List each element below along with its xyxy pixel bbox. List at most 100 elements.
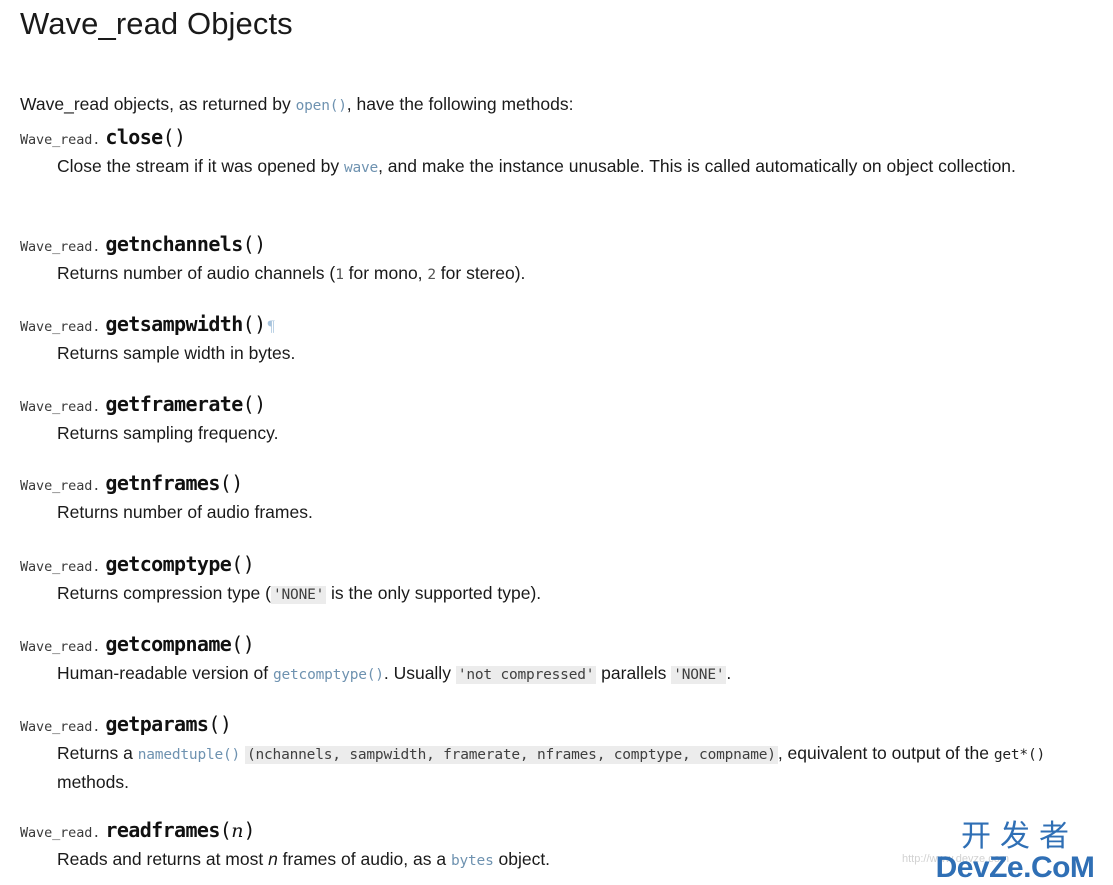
method-name: getcomptype <box>105 552 232 576</box>
method-description: Human-readable version of getcomptype().… <box>20 660 1057 689</box>
signature-open-paren: ( <box>208 712 220 736</box>
method-name: readframes <box>105 818 220 842</box>
intro-text-after: , have the following methods: <box>346 93 574 114</box>
literal-get-star: get*() <box>993 747 1046 763</box>
desc-text-1: Human-readable version of <box>57 663 273 683</box>
method-signature: Wave_read. getsampwidth() ¶ <box>20 311 1090 340</box>
desc-text-1: Returns number of audio channels ( <box>57 263 336 283</box>
literal-one: 1 <box>335 267 344 283</box>
watermark-chinese-text: 开发者 <box>961 819 1078 854</box>
method-name: close <box>105 125 163 149</box>
method-signature: Wave_read. getcompname() <box>20 631 1090 660</box>
class-prefix: Wave_read. <box>20 132 101 148</box>
class-prefix: Wave_read. <box>20 319 101 335</box>
pilcrow-icon[interactable]: ¶ <box>268 318 275 335</box>
desc-text-3: parallels <box>596 663 672 683</box>
class-prefix: Wave_read. <box>20 559 101 575</box>
signature-close-paren: ) <box>242 632 255 656</box>
method-signature: Wave_read. getcomptype() <box>20 551 1090 580</box>
method-signature: Wave_read. getnchannels() <box>20 231 1090 260</box>
method-name: getnchannels <box>105 232 243 256</box>
class-prefix: Wave_read. <box>20 239 101 255</box>
namedtuple-link[interactable]: namedtuple() <box>138 747 241 763</box>
documentation-page: Wave_read Objects Wave_read objects, as … <box>0 0 1113 885</box>
method-signature: Wave_read. close() <box>20 124 1090 153</box>
signature-open-paren: ( <box>231 632 243 656</box>
wave-link[interactable]: wave <box>344 160 378 176</box>
desc-text-3: object. <box>493 849 551 869</box>
method-entry-close: Wave_read. close() Close the stream if i… <box>20 124 1090 182</box>
desc-text-2: frames of audio, as a <box>277 849 451 869</box>
method-entry-getparams: Wave_read. getparams() Returns a namedtu… <box>20 711 1090 796</box>
signature-open-paren: ( <box>242 232 255 256</box>
desc-text-4: . <box>726 663 732 683</box>
signature-open-paren: ( <box>242 312 255 336</box>
method-signature: Wave_read. getparams() <box>20 711 1090 740</box>
method-name: getsampwidth <box>105 312 243 336</box>
signature-close-paren: ) <box>254 312 266 336</box>
method-description: Close the stream if it was opened by wav… <box>20 153 1057 182</box>
method-entry-getnchannels: Wave_read. getnchannels() Returns number… <box>20 231 1090 289</box>
signature-close-paren: ) <box>243 818 256 842</box>
method-name: getnframes <box>105 471 220 495</box>
class-prefix: Wave_read. <box>20 825 101 841</box>
method-signature: Wave_read. getnframes() <box>20 470 1090 499</box>
desc-text-2: for mono, <box>343 263 428 283</box>
page-title: Wave_read Objects <box>20 6 293 41</box>
watermark-latin-text: DevZe.CoM <box>935 851 1095 884</box>
method-description: Returns compression type ('NONE' is the … <box>20 580 1057 609</box>
method-description: Returns a namedtuple() (nchannels, sampw… <box>20 740 1057 796</box>
site-watermark: 开发者 DevZe.CoM <box>925 821 1105 883</box>
signature-open-paren: ( <box>231 552 243 576</box>
method-description: Returns number of audio frames. <box>20 499 1057 526</box>
desc-text-1: Returns sample width in bytes. <box>57 343 296 363</box>
class-prefix: Wave_read. <box>20 478 101 494</box>
literal-not-compressed: 'not compressed' <box>455 666 597 684</box>
method-name: getframerate <box>105 392 243 416</box>
signature-close-paren: ) <box>219 712 232 736</box>
signature-open-paren: ( <box>219 818 232 842</box>
class-prefix: Wave_read. <box>20 399 101 415</box>
desc-text-3: , equivalent to output of the <box>777 743 994 763</box>
class-prefix: Wave_read. <box>20 639 101 655</box>
signature-parameter: n <box>231 820 244 842</box>
method-entry-getcomptype: Wave_read. getcomptype() Returns compres… <box>20 551 1090 609</box>
signature-close-paren: ) <box>242 552 255 576</box>
desc-text-1: Close the stream if it was opened by <box>57 156 344 176</box>
literal-params-tuple: (nchannels, sampwidth, framerate, nframe… <box>244 746 778 764</box>
class-prefix: Wave_read. <box>20 719 101 735</box>
signature-close-paren: ) <box>231 471 243 495</box>
signature-open-paren: ( <box>242 392 255 416</box>
desc-emphasis-n: n <box>268 849 278 869</box>
literal-none: 'NONE' <box>270 586 327 604</box>
desc-text-2: is the only supported type). <box>326 583 542 603</box>
method-description: Returns sample width in bytes. <box>20 340 1057 367</box>
desc-text-1: Returns compression type ( <box>57 583 271 603</box>
literal-none: 'NONE' <box>671 666 727 684</box>
desc-text-2: , and make the instance unusable. This i… <box>378 156 1016 176</box>
bytes-link[interactable]: bytes <box>451 853 494 869</box>
desc-text-2: . Usually <box>383 663 456 683</box>
method-entry-getnframes: Wave_read. getnframes() Returns number o… <box>20 470 1090 526</box>
desc-text-3: for stereo). <box>435 263 526 283</box>
literal-two: 2 <box>427 267 436 283</box>
method-entry-getsampwidth: Wave_read. getsampwidth() ¶ Returns sampl… <box>20 311 1090 367</box>
intro-text-before: Wave_read objects, as returned by <box>20 93 296 114</box>
method-description: Returns number of audio channels (1 for … <box>20 260 1057 289</box>
method-description: Returns sampling frequency. <box>20 420 1057 447</box>
desc-text-1: Returns a <box>57 743 138 763</box>
desc-text-4: methods. <box>57 772 129 792</box>
intro-paragraph: Wave_read objects, as returned by open()… <box>20 91 573 119</box>
signature-open-paren: ( <box>162 125 175 149</box>
desc-text-1: Returns number of audio frames. <box>57 502 313 522</box>
signature-close-paren: ) <box>174 125 186 149</box>
getcomptype-link[interactable]: getcomptype() <box>273 667 384 683</box>
method-name: getcompname <box>105 632 232 656</box>
desc-text-1: Reads and returns at most <box>57 849 269 869</box>
method-name: getparams <box>105 712 209 736</box>
desc-text-1: Returns sampling frequency. <box>57 423 279 443</box>
signature-close-paren: ) <box>254 392 266 416</box>
signature-open-paren: ( <box>219 471 232 495</box>
signature-close-paren: ) <box>254 232 266 256</box>
open-link[interactable]: open() <box>296 98 347 114</box>
